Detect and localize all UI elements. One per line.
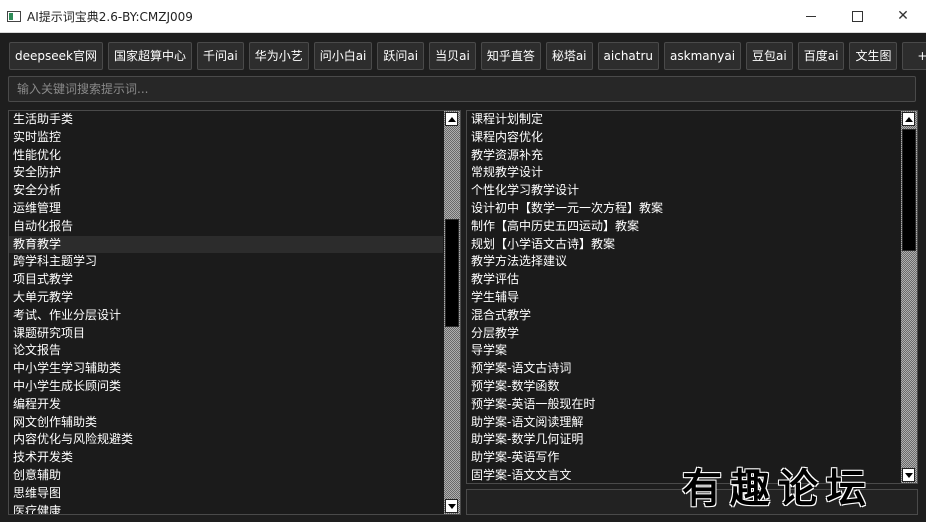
site-toolbar: deepseek官网 国家超算中心 千问ai 华为小艺 问小白ai 跃问ai 当… — [9, 42, 926, 70]
category-item[interactable]: 考试、作业分层设计 — [9, 307, 443, 325]
category-item[interactable]: 网文创作辅助类 — [9, 414, 443, 432]
site-button-supercomputing[interactable]: 国家超算中心 — [107, 42, 192, 70]
prompt-item[interactable]: 预学案-语文古诗词 — [467, 360, 900, 378]
prompt-item[interactable]: 教学资源补充 — [467, 147, 900, 165]
category-item[interactable]: 大单元教学 — [9, 289, 443, 307]
prompt-item[interactable]: 规划【小学语文古诗】教案 — [467, 236, 900, 254]
category-item[interactable]: 创意辅助 — [9, 467, 443, 485]
category-item[interactable]: 中小学生学习辅助类 — [9, 360, 443, 378]
category-item[interactable]: 性能优化 — [9, 147, 443, 165]
prompt-item[interactable]: 个性化学习教学设计 — [467, 182, 900, 200]
title-bar: AI提示词宝典2.6-BY:CMZJ009 ✕ — [0, 0, 926, 33]
site-button-huawei-xiaoyi[interactable]: 华为小艺 — [248, 42, 309, 70]
scroll-down-button[interactable] — [445, 499, 458, 513]
prompt-item[interactable]: 常规教学设计 — [467, 164, 900, 182]
category-item[interactable]: 内容优化与风险规避类 — [9, 431, 443, 449]
prompt-item[interactable]: 制作【高中历史五四运动】教案 — [467, 218, 900, 236]
category-item[interactable]: 项目式教学 — [9, 271, 443, 289]
site-button-text-to-image[interactable]: 文生图 — [849, 42, 898, 70]
site-button-deepseek[interactable]: deepseek官网 — [9, 42, 103, 70]
prompt-item[interactable]: 教学评估 — [467, 271, 900, 289]
prompt-item[interactable]: 设计初中【数学一元一次方程】教案 — [467, 200, 900, 218]
category-item[interactable]: 安全防护 — [9, 164, 443, 182]
site-button-dangbei[interactable]: 当贝ai — [429, 42, 476, 70]
minimize-button[interactable] — [788, 0, 834, 32]
prompt-list-panel: 课程计划制定 课程内容优化 教学资源补充 常规教学设计 个性化学习教学设计 设计初中【数学… — [466, 110, 918, 484]
category-item[interactable]: 课题研究项目 — [9, 325, 443, 343]
site-button-qianwen[interactable]: 千问ai — [196, 42, 244, 70]
arrow-down-icon — [447, 503, 456, 509]
prompt-item[interactable]: 教学方法选择建议 — [467, 253, 900, 271]
prompt-scrollbar[interactable] — [901, 111, 917, 483]
category-item[interactable]: 思维导图 — [9, 485, 443, 503]
site-button-askmanyai[interactable]: askmanyai — [664, 42, 742, 70]
category-item[interactable]: 技术开发类 — [9, 449, 443, 467]
category-list: 生活助手类 实时监控 性能优化 安全防护 安全分析 运维管理 自动化报告 教育教学 跨学科主题学… — [9, 111, 443, 514]
app-icon — [7, 10, 21, 22]
site-button-doubao[interactable]: 豆包ai — [746, 42, 793, 70]
add-site-button[interactable]: + — [902, 42, 926, 70]
scrollbar-thumb[interactable] — [445, 219, 459, 327]
category-item[interactable]: 中小学生成长顾问类 — [9, 378, 443, 396]
prompt-item[interactable]: 预学案-数学函数 — [467, 378, 900, 396]
scroll-up-button[interactable] — [902, 112, 915, 126]
window-title: AI提示词宝典2.6-BY:CMZJ009 — [27, 9, 193, 24]
arrow-down-icon — [904, 472, 913, 478]
prompt-item[interactable]: 混合式教学 — [467, 307, 900, 325]
prompt-item[interactable]: 预学案-英语一般现在时 — [467, 396, 900, 414]
prompt-item[interactable]: 课程计划制定 — [467, 111, 900, 129]
prompt-list: 课程计划制定 课程内容优化 教学资源补充 常规教学设计 个性化学习教学设计 设计初中【数学… — [467, 111, 900, 483]
arrow-up-icon — [447, 116, 456, 122]
category-item[interactable]: 编程开发 — [9, 396, 443, 414]
forum-watermark: 有趣论坛 — [682, 465, 874, 512]
prompt-item[interactable]: 课程内容优化 — [467, 129, 900, 147]
prompt-item[interactable]: 助学案-语文阅读理解 — [467, 414, 900, 432]
category-item[interactable]: 运维管理 — [9, 200, 443, 218]
category-item[interactable]: 安全分析 — [9, 182, 443, 200]
site-button-baidu[interactable]: 百度ai — [797, 42, 845, 70]
category-item[interactable]: 教育教学 — [9, 235, 443, 254]
maximize-button[interactable] — [834, 0, 880, 32]
close-button[interactable]: ✕ — [880, 0, 926, 32]
scrollbar-thumb[interactable] — [902, 129, 916, 251]
category-list-panel: 生活助手类 实时监控 性能优化 安全防护 安全分析 运维管理 自动化报告 教育教学 跨学科主题学… — [8, 110, 461, 515]
category-item[interactable]: 跨学科主题学习 — [9, 253, 443, 271]
site-button-yuewen[interactable]: 跃问ai — [377, 42, 425, 70]
site-button-aichatru[interactable]: aichatru — [597, 42, 660, 70]
arrow-up-icon — [904, 116, 913, 122]
category-scrollbar[interactable] — [444, 111, 460, 514]
site-button-zhihu[interactable]: 知乎直答 — [480, 42, 541, 70]
category-item[interactable]: 实时监控 — [9, 129, 443, 147]
category-item[interactable]: 医疗健康 — [9, 503, 443, 514]
category-item[interactable]: 生活助手类 — [9, 111, 443, 129]
prompt-item[interactable]: 分层教学 — [467, 325, 900, 343]
prompt-item[interactable]: 助学案-数学几何证明 — [467, 431, 900, 449]
site-button-metaso[interactable]: 秘塔ai — [545, 42, 593, 70]
category-item[interactable]: 论文报告 — [9, 342, 443, 360]
prompt-item[interactable]: 学生辅导 — [467, 289, 900, 307]
minimize-icon — [806, 15, 816, 17]
scroll-up-button[interactable] — [445, 112, 458, 126]
scroll-down-button[interactable] — [902, 468, 915, 482]
category-item[interactable]: 自动化报告 — [9, 218, 443, 236]
prompt-item[interactable]: 导学案 — [467, 342, 900, 360]
site-button-wenxiaobai[interactable]: 问小白ai — [313, 42, 373, 70]
close-icon: ✕ — [897, 8, 909, 24]
search-input[interactable]: 输入关键词搜索提示词... — [8, 76, 916, 102]
maximize-icon — [851, 10, 863, 22]
